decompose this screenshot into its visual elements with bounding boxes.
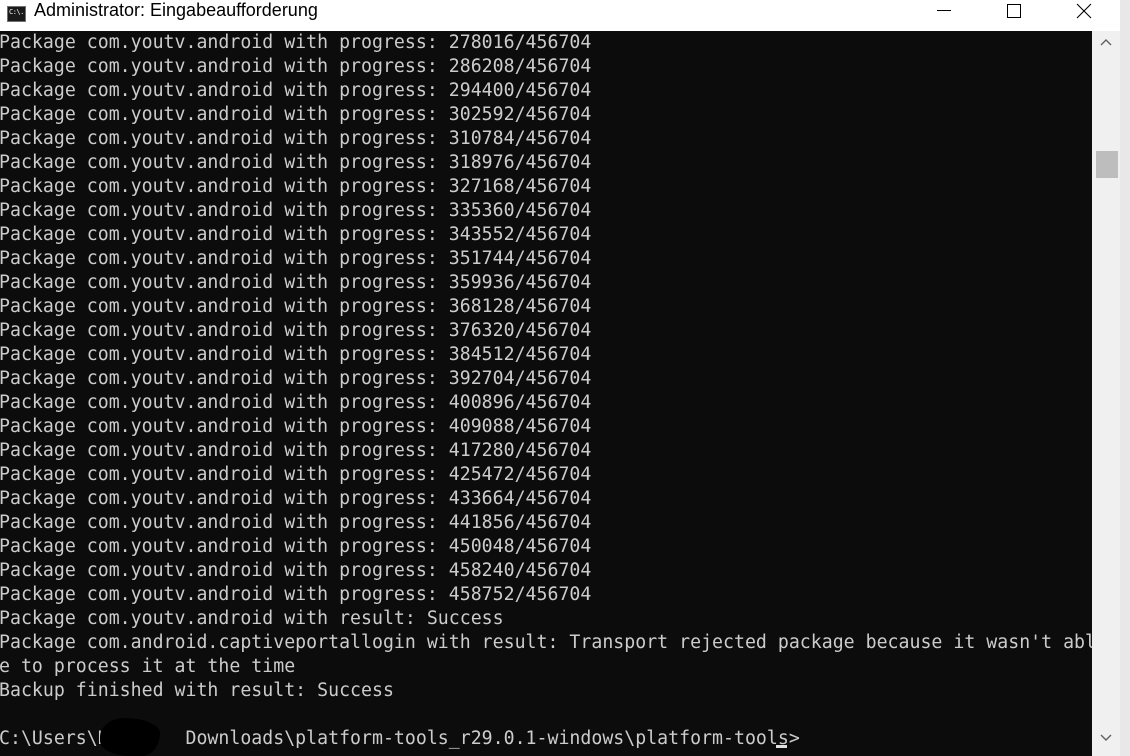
terminal-line: Package com.youtv.android with progress:…: [0, 488, 592, 509]
terminal-line: Package com.youtv.android with progress:…: [0, 152, 592, 173]
minimize-icon: [937, 10, 951, 11]
terminal-line: Package com.youtv.android with progress:…: [0, 536, 592, 557]
terminal-line: Package com.youtv.android with progress:…: [0, 584, 592, 605]
cmd-icon-text: C:\.: [9, 8, 24, 16]
terminal-line: Package com.youtv.android with progress:…: [0, 296, 592, 317]
terminal-line: Package com.youtv.android with progress:…: [0, 56, 592, 77]
scroll-thumb[interactable]: [1096, 151, 1118, 178]
terminal-line: Package com.android.captiveportallogin w…: [0, 632, 1092, 653]
maximize-button[interactable]: [989, 0, 1039, 21]
background-window-edge: [1120, 0, 1130, 756]
cmd-icon[interactable]: C:\.: [7, 6, 26, 22]
terminal-line: Package com.youtv.android with progress:…: [0, 320, 592, 341]
terminal-line: Package com.youtv.android with progress:…: [0, 128, 592, 149]
close-button[interactable]: [1059, 0, 1109, 21]
terminal-line: Package com.youtv.android with progress:…: [0, 392, 592, 413]
window-title: Administrator: Eingabeaufforderung: [34, 0, 318, 20]
vertical-scrollbar[interactable]: [1092, 31, 1120, 756]
terminal-line: e to process it at the time: [0, 656, 296, 677]
terminal-line: Package com.youtv.android with progress:…: [0, 176, 592, 197]
terminal-line: Package com.youtv.android with progress:…: [0, 272, 592, 293]
terminal-line: Package com.youtv.android with progress:…: [0, 104, 592, 125]
terminal-line: Package com.youtv.android with progress:…: [0, 344, 592, 365]
minimize-button[interactable]: [919, 0, 969, 21]
terminal-line: Package com.youtv.android with progress:…: [0, 440, 592, 461]
terminal-line: Package com.youtv.android with progress:…: [0, 368, 592, 389]
terminal-line: Package com.youtv.android with progress:…: [0, 224, 592, 245]
terminal-line: Package com.youtv.android with progress:…: [0, 560, 592, 581]
text-cursor: [776, 745, 787, 748]
terminal-line: Package com.youtv.android with progress:…: [0, 32, 592, 53]
terminal-line: Package com.youtv.android with result: S…: [0, 608, 504, 629]
terminal-line: Package com.youtv.android with progress:…: [0, 464, 592, 485]
terminal-line: Package com.youtv.android with progress:…: [0, 248, 592, 269]
scroll-down-arrow-icon[interactable]: [1100, 733, 1112, 743]
title-bar[interactable]: C:\. Administrator: Eingabeaufforderung: [0, 0, 1120, 32]
terminal-output[interactable]: Package com.youtv.android with progress:…: [0, 31, 1092, 756]
terminal-line: Package com.youtv.android with progress:…: [0, 512, 592, 533]
terminal-line: Backup finished with result: Success: [0, 680, 394, 701]
maximize-icon: [1007, 4, 1021, 18]
terminal-line: Package com.youtv.android with progress:…: [0, 416, 592, 437]
terminal-line: Package com.youtv.android with progress:…: [0, 80, 592, 101]
scroll-up-arrow-icon[interactable]: [1100, 37, 1112, 47]
redaction-mark: [100, 718, 160, 756]
close-icon: [1076, 3, 1092, 19]
terminal-line: Package com.youtv.android with progress:…: [0, 200, 592, 221]
